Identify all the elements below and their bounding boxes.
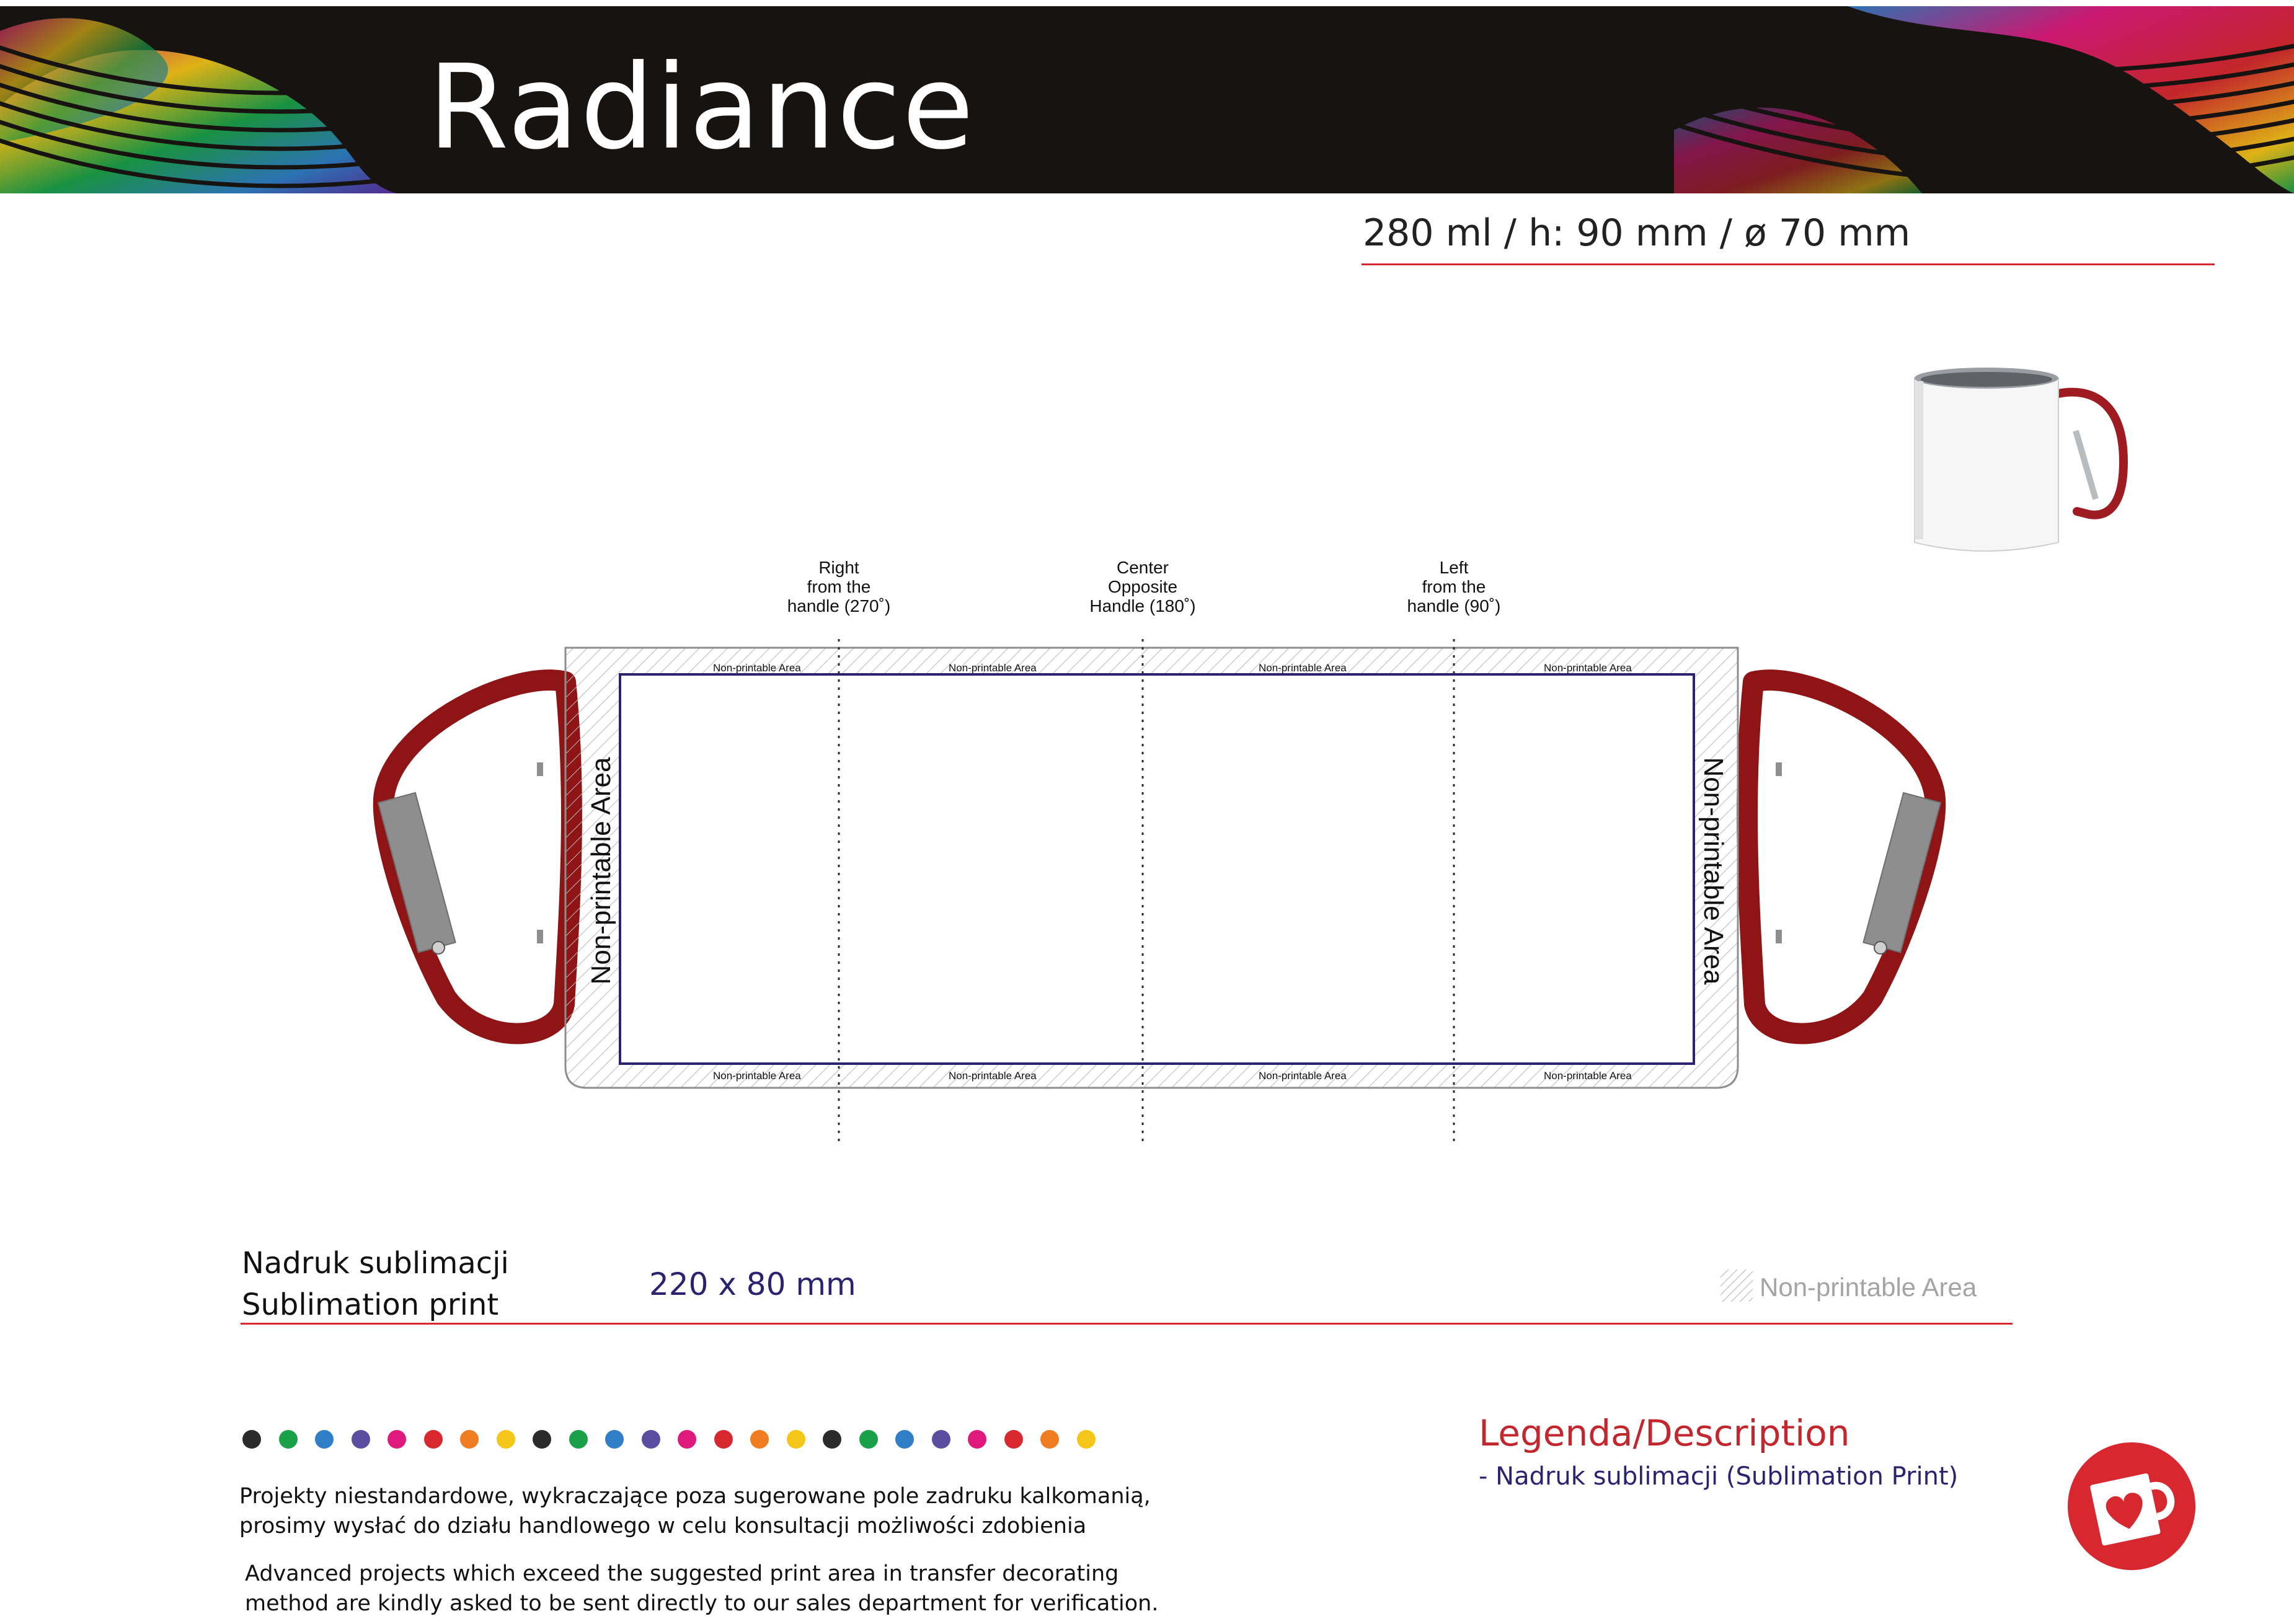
mug-with-carabiner-image: [1914, 368, 2128, 552]
right-carabiner-icon: [1737, 669, 1946, 1044]
color-swatch: [351, 1430, 370, 1449]
print-method-en: Sublimation print: [242, 1287, 499, 1322]
np-label-bottom: Non-printable Area: [1544, 1070, 1632, 1082]
np-label-top: Non-printable Area: [1544, 662, 1632, 674]
color-swatch: [750, 1430, 769, 1449]
color-swatch: [388, 1430, 406, 1449]
np-label-top: Non-printable Area: [949, 662, 1037, 674]
legend-non-printable: Non-printable Area: [1760, 1273, 1977, 1302]
heart-mug-logo-icon: [2068, 1442, 2195, 1570]
color-swatch: [1076, 1430, 1096, 1449]
banner-decoration: [0, 6, 2294, 193]
np-label-bottom: Non-printable Area: [1259, 1070, 1347, 1082]
header-banner: [0, 6, 2294, 193]
position-label-center: Center Opposite Handle (180˚): [1089, 558, 1196, 616]
color-swatch: [569, 1430, 588, 1449]
left-carabiner-icon: [373, 669, 582, 1044]
printable-area: [619, 673, 1695, 1065]
print-size: 220 x 80 mm: [649, 1266, 856, 1302]
color-swatch: [1040, 1430, 1059, 1449]
description-item: - Nadruk sublimacji (Sublimation Print): [1479, 1462, 1959, 1491]
color-swatch: [641, 1430, 660, 1449]
color-swatch: [968, 1430, 986, 1449]
color-swatch: [605, 1430, 624, 1449]
print-method-pl: Nadruk sublimacji: [242, 1246, 509, 1281]
position-label-right: Right from the handle (270˚): [787, 558, 891, 616]
color-swatch: [423, 1430, 443, 1449]
color-swatch: [714, 1430, 733, 1449]
note-en: Advanced projects which exceed the sugge…: [245, 1561, 1159, 1616]
page-title: Radiance: [428, 40, 975, 175]
np-label-top: Non-printable Area: [1259, 662, 1347, 674]
print-info-underline: [241, 1323, 2013, 1325]
color-swatch: [786, 1430, 805, 1449]
color-swatch: [315, 1430, 334, 1449]
color-swatch: [823, 1430, 841, 1449]
color-swatch: [533, 1430, 551, 1449]
hatch-swatch-icon: [1720, 1269, 1753, 1302]
np-label-bottom: Non-printable Area: [949, 1070, 1037, 1082]
np-label-bottom: Non-printable Area: [713, 1070, 801, 1082]
color-swatch: [278, 1430, 298, 1449]
color-swatch: [242, 1430, 261, 1449]
np-label-right-side: Non-printable Area: [1698, 757, 1729, 985]
color-swatch: [496, 1430, 515, 1449]
color-swatch: [460, 1430, 479, 1449]
color-swatches: [242, 1430, 1096, 1449]
color-swatch: [895, 1430, 914, 1449]
color-swatch: [859, 1430, 878, 1449]
np-label-left-side: Non-printable Area: [586, 757, 616, 985]
np-label-top: Non-printable Area: [713, 662, 801, 674]
position-label-left: Left from the handle (90˚): [1407, 558, 1501, 616]
product-specs: 280 ml / h: 90 mm / ø 70 mm: [1363, 211, 1911, 255]
specs-underline: [1362, 263, 2215, 265]
description-title: Legenda/Description: [1479, 1412, 1850, 1454]
color-swatch: [678, 1430, 696, 1449]
color-swatch: [1004, 1430, 1023, 1449]
color-swatch: [931, 1430, 950, 1449]
note-pl: Projekty niestandardowe, wykraczające po…: [239, 1484, 1151, 1538]
